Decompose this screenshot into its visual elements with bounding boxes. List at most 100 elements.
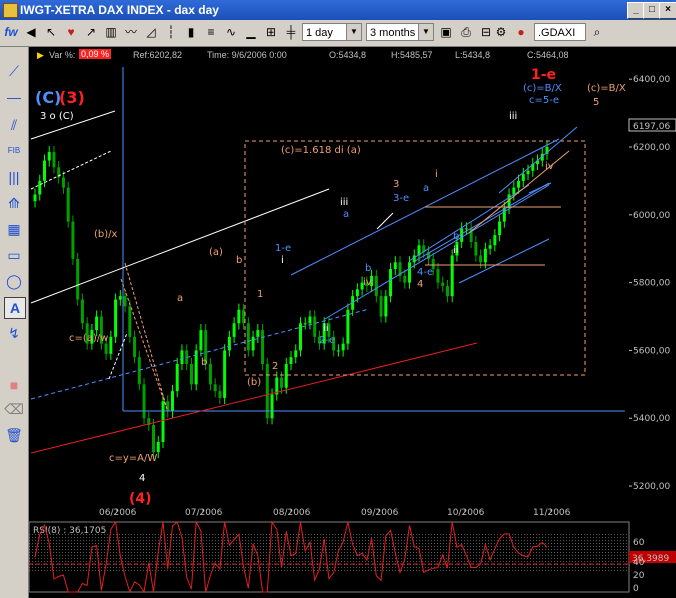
candle-body (474, 241, 478, 256)
wave-1e-red-label: 1-e (531, 67, 556, 83)
y-tick-label: 5400,00 (633, 414, 670, 424)
candle-body (336, 350, 340, 352)
globe-icon[interactable]: ● (512, 22, 530, 42)
range-value: 3 months (370, 27, 416, 39)
save-icon[interactable]: ▣ (437, 22, 455, 42)
price-chart[interactable]: (C) (3) 3 o (C) (b)/x c=(a)/w c=y=A/W 4 … (29, 63, 676, 598)
bar-chart-icon[interactable]: ▥ (102, 22, 120, 42)
candle-body (114, 299, 118, 337)
rsi-pane: RSI(8) : 36,1705 36,3989 60 40 20 0 (29, 520, 676, 594)
candle-body (227, 336, 231, 351)
close-button[interactable]: × (659, 2, 676, 19)
ohlc-icon[interactable]: ┆ (162, 22, 180, 42)
candle-body (128, 306, 132, 337)
candle-body (256, 330, 260, 337)
candle-body (265, 363, 269, 419)
gann-icon[interactable]: ▦ (4, 219, 24, 239)
volume-icon[interactable]: ▁ (242, 22, 260, 42)
candle-body (389, 269, 393, 297)
wave-1e-label: 1-e (275, 243, 291, 254)
pointer-icon[interactable]: ↖ (42, 22, 60, 42)
rsi-tick-20: 20 (633, 571, 645, 581)
indicator-icon[interactable]: ∿ (222, 22, 240, 42)
back-icon[interactable]: ◀ (22, 22, 40, 42)
last-price-label: 6197,06 (633, 122, 670, 132)
low-value: L:5434,8 (455, 50, 491, 60)
print-icon[interactable]: ⎙ (457, 22, 475, 42)
interval-select[interactable]: 1 day ▼ (302, 23, 362, 41)
wave-iv-top-label: iv (545, 161, 554, 172)
candle-body (251, 336, 255, 351)
candle-body (123, 296, 127, 307)
app-icon (3, 3, 18, 18)
wave-b-lower-label: b (236, 255, 242, 266)
candle-body (66, 187, 70, 222)
x-tick-label: 06/2006 (99, 508, 137, 518)
candle-body (450, 255, 454, 297)
candle-body (61, 177, 65, 188)
wave-b2-label: b (365, 263, 371, 274)
symbol-input[interactable]: .GDAXI (534, 23, 586, 41)
candle-body (208, 363, 212, 385)
chart-up-icon[interactable]: ↗ (82, 22, 100, 42)
wave-iii-top-label: iii (509, 111, 517, 122)
rectangle-icon[interactable]: ▭ (4, 245, 24, 265)
price-axis: 6400,00 6200,00 6000,00 5800,00 5600,00 5400,… (629, 75, 670, 492)
fw-button[interactable]: fw (2, 22, 20, 42)
wave-cya-label: c=y=A/W (109, 453, 157, 464)
ellipse-icon[interactable]: ◯ (4, 271, 24, 291)
wave-1-label: 1 (257, 289, 263, 300)
heart-icon[interactable]: ♥ (62, 22, 80, 42)
line-chart-icon[interactable]: 〰 (122, 22, 140, 42)
wave-bx-label: (b)/x (94, 229, 118, 240)
high-value: H:5485,57 (391, 50, 433, 60)
rsi-label: RSI(8) : 36,1705 (33, 526, 106, 536)
wave-4b-label: 4 (417, 279, 423, 290)
range-select[interactable]: 3 months ▼ (366, 23, 434, 41)
candle-body (341, 343, 345, 351)
fibonacci-icon[interactable]: FIB (4, 141, 24, 161)
trash-icon[interactable]: 🗑 (4, 425, 24, 445)
candle-body (483, 248, 487, 263)
candle-body (308, 316, 312, 324)
wave-cbx-label: (c)=B/X (523, 83, 562, 94)
candle-body (517, 180, 521, 188)
wave-C-label: (C) (35, 88, 61, 107)
wave-a3-label: a (423, 183, 429, 194)
x-tick-label: 07/2006 (185, 508, 223, 518)
eraser-icon[interactable]: ⌫ (4, 399, 24, 419)
y-tick-label: 6000,00 (633, 211, 670, 221)
candle-body (284, 363, 288, 388)
quote-info-bar: ▶ Var %: 0,09 % Ref:6202,82 Time: 9/6/20… (29, 47, 676, 63)
trendline-icon[interactable]: ⟋ (4, 61, 24, 81)
candle-body (80, 299, 84, 324)
candlestick-icon[interactable]: ╪ (282, 22, 300, 42)
text-tool-icon[interactable]: A (4, 297, 26, 319)
candle-body (104, 343, 108, 354)
y-tick-label: 6400,00 (633, 75, 670, 85)
chart-panel[interactable]: ▶ Var %: 0,09 % Ref:6202,82 Time: 9/6/20… (29, 47, 676, 598)
vertical-lines-icon[interactable]: ||| (4, 167, 24, 187)
candle-icon[interactable]: ▮ (182, 22, 200, 42)
cursor-tool-icon[interactable]: ↯ (4, 323, 24, 343)
candle-body (393, 262, 397, 270)
color-picker-icon[interactable]: ■ (4, 375, 24, 395)
wave-iv1-label: iv (363, 277, 372, 288)
x-tick-label: 11/2006 (533, 508, 571, 518)
fan-icon[interactable]: ⟰ (4, 193, 24, 213)
wave-4-paren-label: (4) (129, 491, 152, 507)
candle-body (246, 323, 250, 351)
search-icon[interactable]: ⌕ (588, 22, 606, 42)
area-chart-icon[interactable]: ◿ (142, 22, 160, 42)
channel-icon[interactable]: ⫽ (4, 115, 24, 135)
chart-toolbar: fw ◀ ↖ ♥ ↗ ▥ 〰 ◿ ┆ ▮ ≡ ∿ ▁ ⊞ ╪ 1 day ▼ 3… (0, 20, 676, 47)
wave-2e-label: 2-e (319, 335, 335, 346)
candle-body (133, 336, 137, 358)
grid-icon[interactable]: ⊞ (262, 22, 280, 42)
time-axis: 06/2006 07/2006 08/2006 09/2006 10/2006 11/20… (99, 508, 571, 518)
candle-body (379, 296, 383, 317)
lines-icon[interactable]: ≡ (202, 22, 220, 42)
candle-body (232, 323, 236, 337)
settings-icon[interactable]: ⚙ (492, 22, 510, 42)
horizontal-line-icon[interactable]: — (4, 87, 24, 107)
